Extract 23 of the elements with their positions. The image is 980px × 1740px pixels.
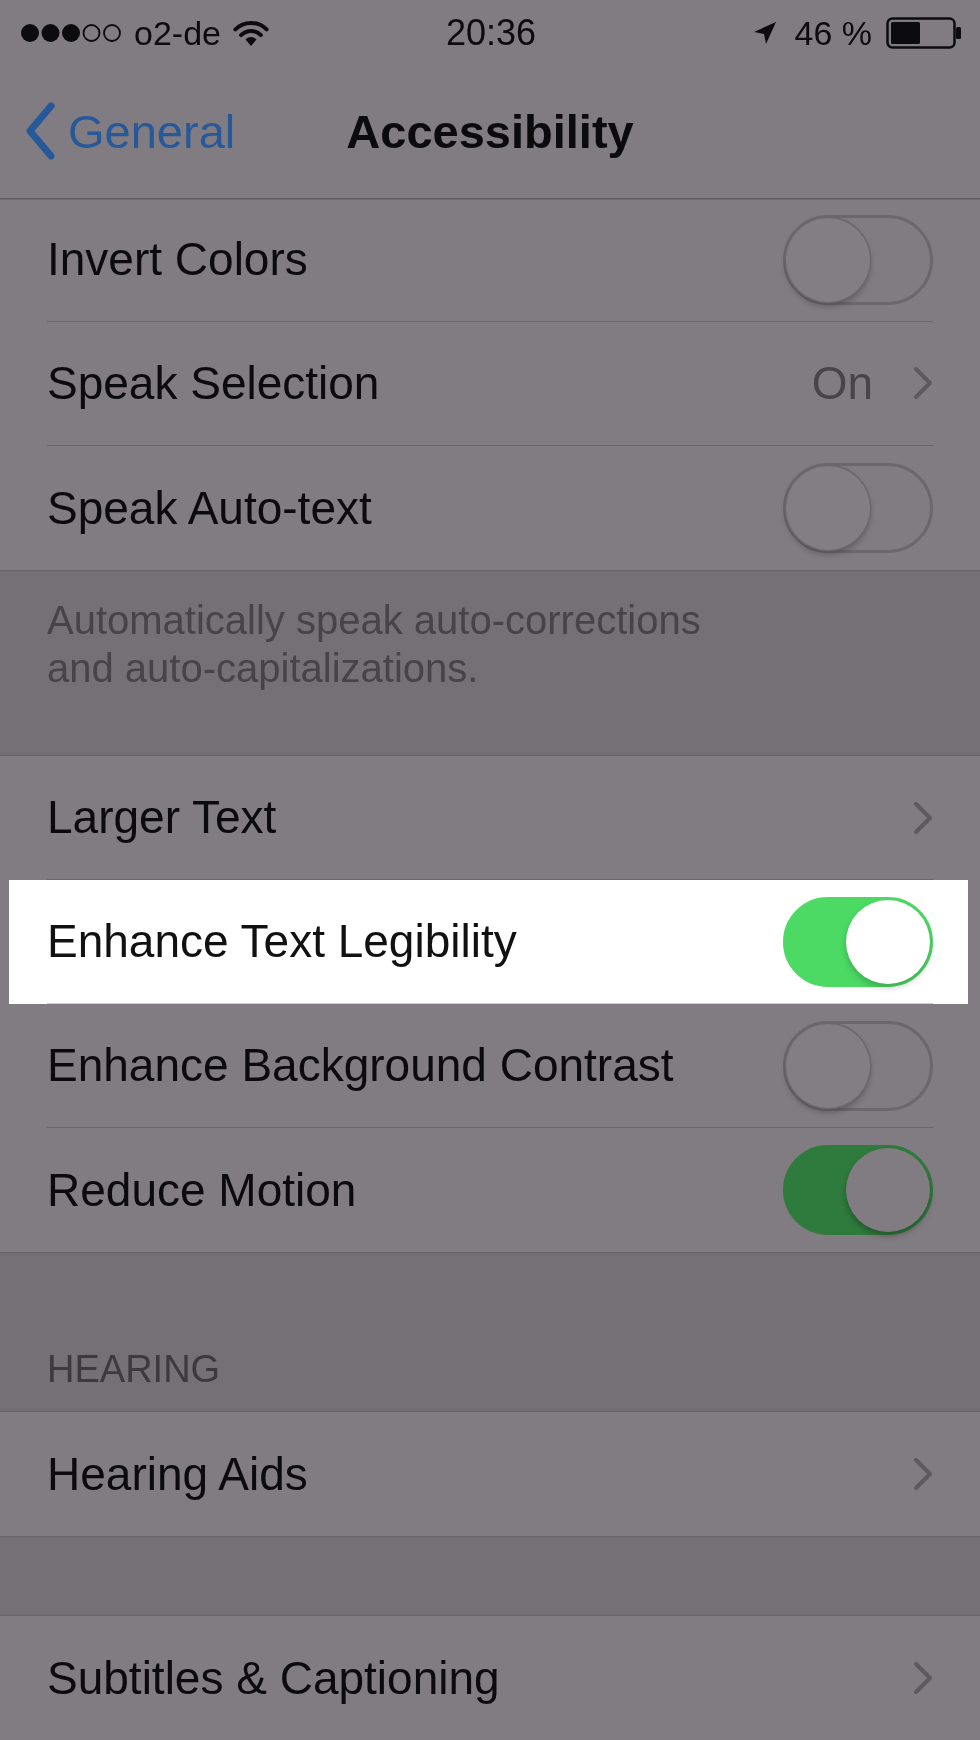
row-label: Speak Auto-text — [47, 481, 372, 535]
row-value: On — [811, 357, 873, 410]
row-label: Hearing Aids — [47, 1447, 308, 1501]
row-label: Larger Text — [47, 791, 277, 844]
wifi-icon — [232, 19, 269, 47]
row-label: Speak Selection — [47, 357, 380, 410]
chevron-icon — [913, 366, 933, 401]
chevron-icon — [913, 1661, 933, 1695]
battery-icon — [886, 17, 962, 49]
carrier-name: o2-de — [134, 16, 221, 50]
battery-percentage: 46 % — [794, 16, 872, 50]
chevron-icon — [913, 1457, 933, 1491]
section-header: HEARING — [47, 1350, 221, 1388]
row-label: Enhance Text Legibility — [47, 915, 517, 968]
location-arrow-icon — [752, 21, 777, 45]
chevron-icon — [913, 800, 933, 835]
signal-strength-icon — [20, 23, 122, 43]
row-label: Enhance Background Contrast — [47, 1039, 674, 1092]
back-chevron-icon — [24, 102, 56, 160]
row-label: Invert Colors — [47, 233, 308, 286]
row-label: Subtitles & Captioning — [47, 1651, 500, 1705]
clock-time: 20:36 — [445, 15, 537, 51]
row-label: Reduce Motion — [47, 1163, 357, 1217]
